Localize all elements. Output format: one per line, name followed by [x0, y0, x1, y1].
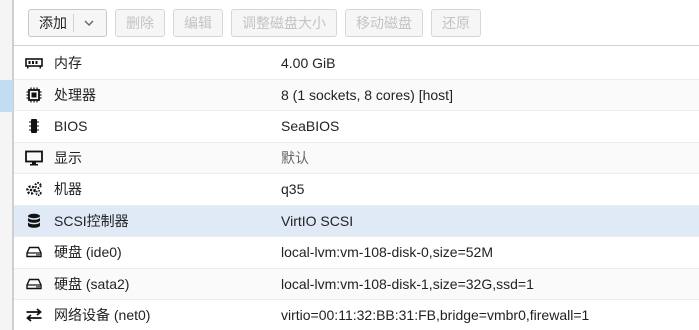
edit-button-label: 编辑 — [184, 14, 212, 31]
hardware-row-network-device-net0[interactable]: 网络设备 (net0) virtio=00:11:32:BB:31:FB,bri… — [14, 300, 699, 330]
hardware-row-name: 硬盘 (sata2) — [54, 275, 130, 292]
hardware-row-name: 显示 — [54, 149, 82, 166]
nav-selected-item[interactable] — [0, 80, 13, 112]
hardware-row-name: 机器 — [54, 181, 82, 198]
monitor-icon — [14, 143, 54, 174]
exchange-icon — [14, 300, 54, 330]
hardware-row-name: BIOS — [54, 118, 88, 135]
hardware-row-name: 硬盘 (ide0) — [54, 244, 122, 261]
hardware-row-name: 内存 — [54, 55, 82, 72]
remove-button-label: 删除 — [126, 14, 154, 31]
hardware-row-value: SeaBIOS — [281, 118, 340, 135]
hardware-row-machine[interactable]: 机器 q35 — [14, 174, 699, 206]
hardware-row-name: SCSI控制器 — [54, 212, 129, 229]
hardware-row-value: 8 (1 sockets, 8 cores) [host] — [281, 86, 453, 103]
cogs-icon — [14, 174, 54, 205]
hardware-row-bios[interactable]: BIOS SeaBIOS — [14, 111, 699, 143]
hardware-row-value: virtio=00:11:32:BB:31:FB,bridge=vmbr0,fi… — [281, 307, 590, 324]
database-icon — [14, 206, 54, 237]
memory-icon — [14, 48, 54, 79]
chevron-down-icon — [82, 16, 96, 30]
hardware-row-hard-disk-ide0[interactable]: 硬盘 (ide0) local-lvm:vm-108-disk-0,size=5… — [14, 237, 699, 269]
hardware-row-processor[interactable]: 处理器 8 (1 sockets, 8 cores) [host] — [14, 79, 699, 111]
hardware-row-display[interactable]: 显示 默认 — [14, 142, 699, 174]
hardware-row-value: local-lvm:vm-108-disk-0,size=52M — [281, 244, 494, 261]
hardware-row-value: VirtIO SCSI — [281, 212, 354, 229]
add-button[interactable]: 添加 — [28, 8, 107, 37]
add-button-label: 添加 — [39, 14, 67, 31]
revert-button[interactable]: 还原 — [431, 8, 481, 37]
hardware-row-memory[interactable]: 内存 4.00 GiB — [14, 48, 699, 80]
edit-button[interactable]: 编辑 — [173, 8, 223, 37]
bios-chip-icon — [14, 111, 54, 142]
hardware-row-hard-disk-sata2[interactable]: 硬盘 (sata2) local-lvm:vm-108-disk-1,size=… — [14, 268, 699, 300]
vm-hardware-view: 添加 删除 编辑 调整磁盘大小 移动磁盘 还原 内存 4.00 GiB 处理器 … — [0, 0, 699, 330]
move-disk-button-label: 移动磁盘 — [356, 14, 412, 31]
hardware-row-scsi-controller[interactable]: SCSI控制器 VirtIO SCSI — [14, 205, 699, 237]
hardware-row-name: 网络设备 (net0) — [54, 307, 151, 324]
hdd-icon — [14, 237, 54, 268]
hardware-row-value: 默认 — [281, 149, 309, 166]
hardware-row-value: local-lvm:vm-108-disk-1,size=32G,ssd=1 — [281, 275, 534, 292]
revert-button-label: 还原 — [442, 14, 470, 31]
hardware-row-name: 处理器 — [54, 86, 96, 103]
cpu-icon — [14, 80, 54, 111]
resize-disk-button[interactable]: 调整磁盘大小 — [231, 8, 337, 37]
hdd-icon — [14, 269, 54, 300]
remove-button[interactable]: 删除 — [115, 8, 165, 37]
hardware-grid: 内存 4.00 GiB 处理器 8 (1 sockets, 8 cores) [… — [14, 48, 699, 330]
hardware-panel: 添加 删除 编辑 调整磁盘大小 移动磁盘 还原 内存 4.00 GiB 处理器 … — [13, 0, 699, 330]
move-disk-button[interactable]: 移动磁盘 — [345, 8, 423, 37]
hardware-row-value: 4.00 GiB — [281, 55, 336, 72]
navigation-tree-edge — [0, 0, 13, 330]
hardware-row-value: q35 — [281, 181, 305, 198]
resize-disk-button-label: 调整磁盘大小 — [242, 14, 326, 31]
hardware-toolbar: 添加 删除 编辑 调整磁盘大小 移动磁盘 还原 — [14, 0, 699, 46]
